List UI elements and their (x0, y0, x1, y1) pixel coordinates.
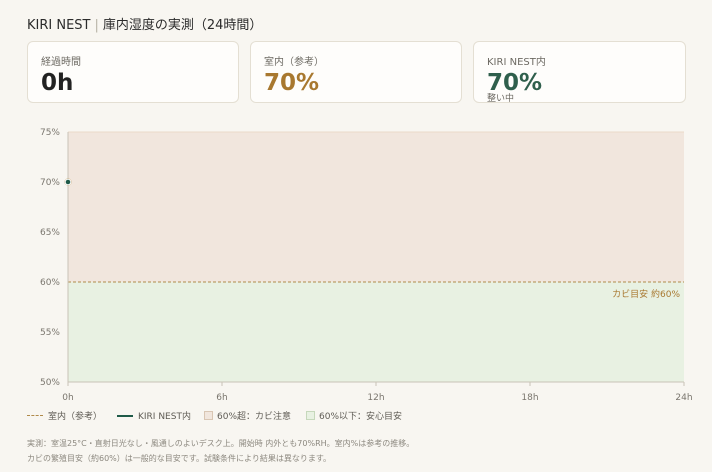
footnote-line-1: 実測：室温25°C・直射日光なし・風通しのよいデスク上。開始時 内外とも70%R… (27, 439, 415, 448)
legend-item-under: 60%以下：安心目安 (306, 409, 402, 422)
mold-caution-band (68, 132, 684, 282)
x-tick-label: 6h (216, 393, 227, 403)
legend-item-over: 60%超：カビ注意 (204, 409, 291, 422)
x-tick-label: 0h (62, 393, 73, 403)
legend-item-room: 室内（参考） (27, 409, 102, 422)
nest-data-point (64, 178, 72, 186)
y-tick-label: 65% (40, 228, 60, 238)
legend-label-under: 60%以下：安心目安 (319, 412, 403, 422)
safe-range-band (68, 282, 684, 382)
legend-swatch-under (306, 411, 315, 420)
legend-swatch-room (27, 415, 43, 416)
y-tick-label: 70% (40, 178, 60, 188)
threshold-label: カビ目安 約60% (612, 288, 680, 300)
y-tick-label: 75% (40, 128, 60, 138)
x-tick-label: 12h (367, 393, 384, 403)
legend-label-nest: KIRI NEST内 (138, 412, 191, 422)
x-tick-label: 18h (521, 393, 538, 403)
legend-label-room: 室内（参考） (48, 412, 103, 422)
y-tick-label: 50% (40, 378, 60, 388)
legend-swatch-nest (117, 414, 133, 417)
x-tick-label: 24h (675, 393, 692, 403)
legend-label-over: 60%超：カビ注意 (217, 412, 292, 422)
legend-item-nest: KIRI NEST内 (117, 409, 191, 422)
footnote-line-2: カビの繁殖目安（約60%）は一般的な目安です。試験条件により結果は異なります。 (27, 454, 332, 463)
legend-swatch-over (204, 411, 213, 420)
y-tick-label: 60% (40, 278, 60, 288)
y-tick-label: 55% (40, 328, 60, 338)
humidity-chart: カビ目安 約60% 50% 55% 60% 65% 70% 75% 0h 6h 12h 18h 24h (40, 128, 693, 403)
